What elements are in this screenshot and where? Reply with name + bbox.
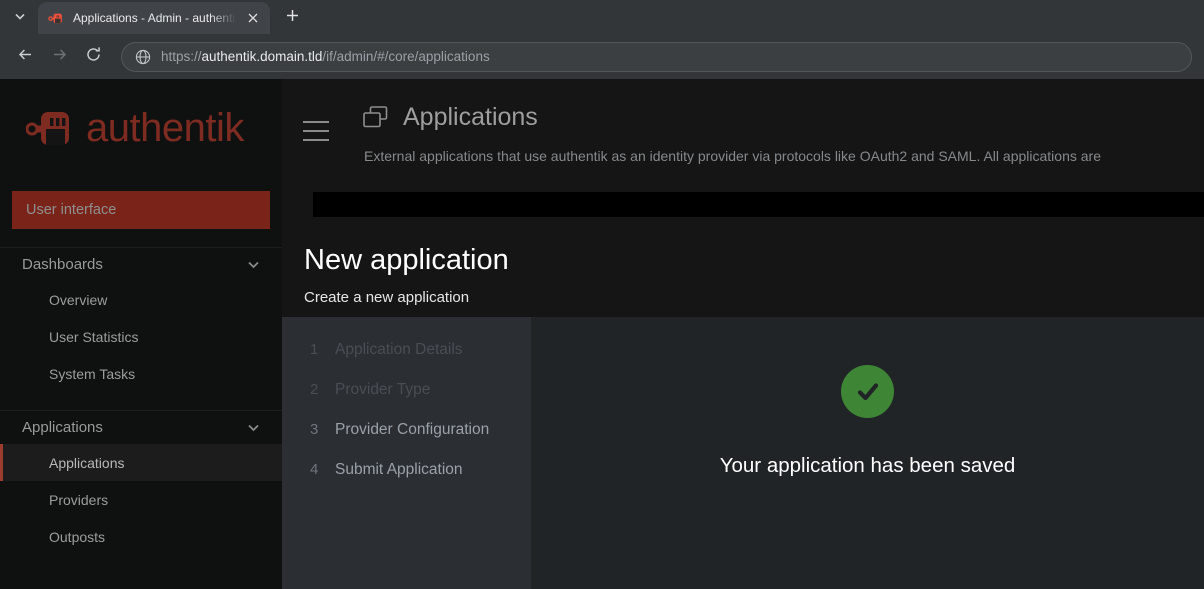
wizard-step-content: Your application has been saved: [531, 317, 1204, 589]
sidebar-item-applications[interactable]: Applications: [0, 444, 282, 481]
wizard-step-provider-configuration[interactable]: 3 Provider Configuration: [282, 421, 531, 461]
wizard-step-provider-type[interactable]: 2 Provider Type: [282, 381, 531, 421]
chevron-down-icon: [14, 10, 26, 25]
step-number: 1: [310, 341, 319, 358]
new-tab-button[interactable]: [276, 3, 308, 33]
new-application-wizard-modal: New application Create a new application…: [282, 217, 1204, 589]
url-scheme: https://: [161, 49, 202, 64]
forward-button[interactable]: [44, 42, 74, 72]
sidebar-item-label: Applications: [49, 454, 125, 471]
browser-toolbar: https://authentik.domain.tld/if/admin/#/…: [0, 34, 1204, 79]
sidebar-group-header-dashboards[interactable]: Dashboards: [0, 247, 282, 281]
step-number: 2: [310, 381, 319, 398]
sidebar-logo-text: authentik: [86, 106, 244, 150]
app-sidebar: authentik User interface Dashboards Over…: [0, 79, 282, 589]
sidebar-item-label: User Statistics: [49, 328, 139, 345]
browser-window: Applications - Admin - authentik https:/…: [0, 0, 1204, 589]
wizard-body: 1 Application Details 2 Provider Type 3 …: [282, 317, 1204, 589]
sidebar-item-label: Outposts: [49, 528, 106, 545]
wizard-success-message: Your application has been saved: [719, 454, 1016, 477]
page-title: Applications: [403, 102, 538, 131]
sidebar-group-label: Applications: [22, 419, 103, 436]
arrow-right-icon: [51, 46, 68, 68]
step-number: 4: [310, 461, 319, 478]
page-title-row: Applications: [282, 93, 1204, 141]
wizard-step-submit-application[interactable]: 4 Submit Application: [282, 461, 531, 501]
address-bar-url: https://authentik.domain.tld/if/admin/#/…: [161, 49, 490, 64]
authentik-favicon: [48, 10, 65, 27]
chevron-down-icon[interactable]: [247, 421, 260, 434]
browser-tabstrip: Applications - Admin - authentik: [0, 0, 1204, 34]
sidebar-group-dashboards: Dashboards Overview User Statistics Syst…: [0, 247, 282, 392]
arrow-left-icon: [17, 46, 34, 68]
url-path: /if/admin/#/core/applications: [322, 49, 490, 64]
chevron-down-icon[interactable]: [247, 258, 260, 271]
hamburger-icon[interactable]: [303, 121, 329, 141]
step-number: 3: [310, 421, 319, 438]
close-icon[interactable]: [244, 9, 262, 27]
check-circle-icon: [841, 365, 894, 418]
page-viewport: authentik User interface Dashboards Over…: [0, 79, 1204, 589]
url-host: authentik.domain.tld: [201, 49, 323, 64]
address-bar[interactable]: https://authentik.domain.tld/if/admin/#/…: [121, 41, 1192, 72]
sidebar-item-outposts[interactable]: Outposts: [0, 518, 282, 555]
sidebar-item-label: Overview: [49, 291, 108, 308]
browser-tab-title: Applications - Admin - authentik: [73, 11, 236, 25]
sidebar-item-providers[interactable]: Providers: [0, 481, 282, 518]
sidebar-group-label: Dashboards: [22, 256, 103, 273]
browser-tab[interactable]: Applications - Admin - authentik: [38, 2, 270, 34]
page-header: Applications External applications that …: [282, 79, 1204, 192]
sidebar-group-header-applications[interactable]: Applications: [0, 410, 282, 444]
tab-search-button[interactable]: [2, 2, 38, 32]
reload-button[interactable]: [78, 42, 108, 72]
user-interface-label: User interface: [26, 202, 117, 218]
step-label: Submit Application: [335, 461, 463, 478]
wizard-step-application-details[interactable]: 1 Application Details: [282, 341, 531, 381]
step-label: Application Details: [335, 341, 463, 358]
wizard-header: New application Create a new application: [282, 217, 1204, 317]
sidebar-logo[interactable]: authentik: [0, 79, 282, 177]
sidebar-item-system-tasks[interactable]: System Tasks: [0, 355, 282, 392]
wizard-title: New application: [304, 244, 509, 276]
globe-icon[interactable]: [134, 48, 151, 65]
plus-icon: [286, 9, 299, 27]
applications-table-band: [313, 192, 1204, 217]
sidebar-item-overview[interactable]: Overview: [0, 281, 282, 318]
sidebar-item-user-statistics[interactable]: User Statistics: [0, 318, 282, 355]
step-label: Provider Configuration: [335, 421, 490, 438]
reload-icon: [85, 46, 102, 68]
wizard-steps: 1 Application Details 2 Provider Type 3 …: [282, 317, 531, 589]
step-label: Provider Type: [335, 381, 431, 398]
wizard-subtitle: Create a new application: [304, 288, 470, 306]
applications-window-icon: [362, 105, 389, 129]
sidebar-group-applications: Applications Applications Providers Outp…: [0, 410, 282, 555]
sidebar-item-label: System Tasks: [49, 365, 136, 382]
user-interface-banner[interactable]: User interface: [12, 191, 270, 229]
page-subtitle: External applications that use authentik…: [364, 148, 1101, 164]
sidebar-item-label: Providers: [49, 491, 109, 508]
authentik-logo-icon: [26, 107, 80, 149]
back-button[interactable]: [10, 42, 40, 72]
